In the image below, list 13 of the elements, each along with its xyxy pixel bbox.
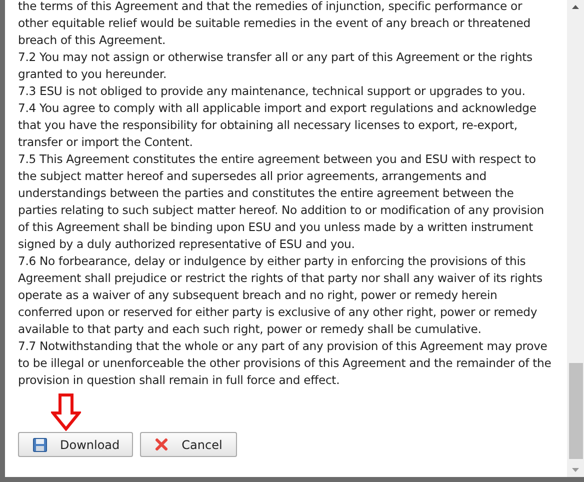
agreement-paragraph: 7.6 No forbearance, delay or indulgence by either party in enforcing the provisions of this Agreement shall prejudice or restrict the rights of that party nor shall any waiver of its rights operate as a waiver of any subsequent breach and no right, power or remedy herein conferred upon or reserved for either party is exclusive of any other right, power or remedy available to that party and each such right, power or remedy shall be cumulative. [18, 253, 544, 338]
agreement-paragraph: the terms of this Agreement and that the remedies of injunction, specific performance or other equitable relief would be suitable remedies in the event of any breach or threatened breach of this Agreement. [18, 0, 532, 49]
close-icon [154, 438, 168, 451]
down-arrow-annotation [51, 393, 81, 431]
cancel-button[interactable]: Cancel [140, 432, 238, 457]
agreement-paragraph: 7.3 ESU is not obliged to provide any maintenance, technical support or upgrades to you. [18, 83, 526, 100]
scrollbar[interactable] [567, 0, 584, 477]
agreement-paragraph: 7.4 You agree to comply with all applicable import and export regulations and acknowledge that you have the responsibility for obtaining all necessary licenses to export, re-export, transfer or import the Content. [18, 100, 538, 151]
agreement-paragraph: 7.7 Notwithstanding that the whole or any part of any provision of this Agreement may prove to be illegal or unenforceable the other provisions of this Agreement and the remainder of the provision in question shall remain in full force and effect. [18, 338, 552, 389]
agreement-paragraph: 7.5 This Agreement constitutes the entire agreement between you and ESU with respect to the subject matter hereof and supersedes all prior agreements, arrangements and understandings between the parties and constitutes the entire agreement between the parties relating to such subject matter hereof. No addition to or modification of any provision of this Agreement shall be binding upon ESU and you unless made by a written instrument signed by a duly authorized representative of ESU and you. [18, 151, 545, 253]
download-button[interactable]: Download [18, 432, 133, 457]
agreement-paragraph: 7.2 You may not assign or otherwise transfer all or any part of this Agreement or the rights granted to you hereunder. [18, 49, 534, 83]
scrollbar-thumb[interactable] [568, 363, 582, 459]
